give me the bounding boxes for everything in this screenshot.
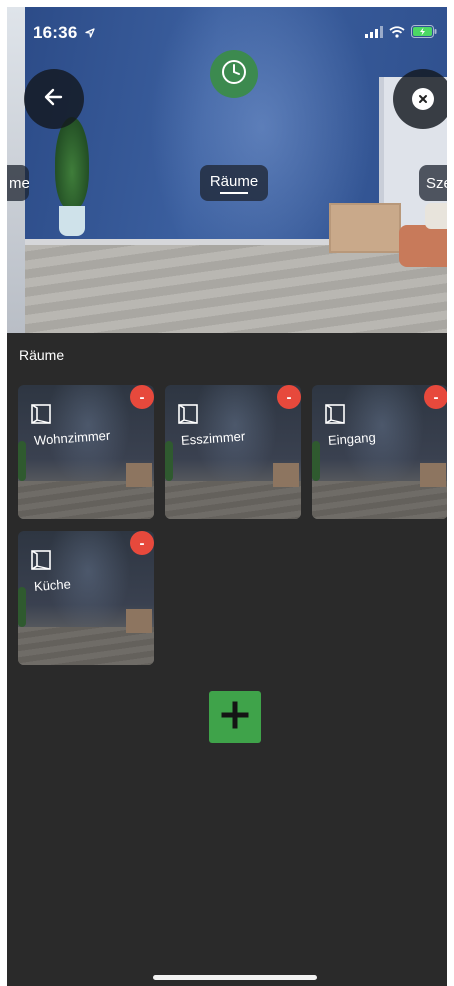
tab-previous-label: me (9, 174, 29, 192)
tab-next-label: Sze (426, 174, 447, 192)
room-card-esszimmer[interactable]: Esszimmer - (165, 385, 301, 519)
add-room-button[interactable] (209, 691, 261, 743)
home-indicator[interactable] (153, 975, 317, 980)
pillow-decoration (425, 203, 447, 229)
hero-floor (7, 245, 447, 333)
clock-icon (220, 58, 248, 91)
room-card-plant (165, 441, 173, 481)
wifi-icon (389, 25, 405, 43)
room-card-eingang[interactable]: Eingang - (312, 385, 447, 519)
room-card-wohnzimmer[interactable]: Wohnzimmer - (18, 385, 154, 519)
plant-pot (59, 206, 85, 236)
room-hero-image: 16:36 me Räume Sz (7, 7, 447, 333)
schedule-clock-button[interactable] (210, 50, 258, 98)
remove-room-button[interactable]: - (277, 385, 301, 409)
chair-decoration (399, 225, 447, 267)
arrow-left-icon (43, 86, 65, 113)
tab-active-underline (220, 191, 248, 194)
room-card-cabinet (126, 609, 152, 633)
back-button[interactable] (24, 69, 84, 129)
tab-raeume-label: Räume (209, 172, 259, 190)
remove-room-button[interactable]: - (130, 531, 154, 555)
cellular-signal-icon (365, 25, 383, 43)
status-time: 16:36 (33, 23, 96, 43)
cabinet-decoration (329, 203, 401, 253)
room-door-icon (30, 403, 52, 430)
battery-charging-icon (411, 25, 437, 43)
room-card-plant (312, 441, 320, 481)
section-title: Räume (19, 347, 65, 363)
plant-decoration (55, 117, 89, 209)
close-circle-icon (412, 88, 434, 110)
tab-next[interactable]: Sze (419, 165, 447, 201)
room-card-cabinet (420, 463, 446, 487)
remove-room-button[interactable]: - (130, 385, 154, 409)
remove-room-button[interactable]: - (424, 385, 447, 409)
location-arrow-icon (85, 23, 96, 43)
room-card-cabinet (273, 463, 299, 487)
room-card-plant (18, 441, 26, 481)
tab-raeume[interactable]: Räume (200, 165, 268, 201)
app-screen: 16:36 me Räume Sz Räume Wohnzimmer - Ess… (7, 7, 447, 986)
room-card-plant (18, 587, 26, 627)
room-door-icon (30, 549, 52, 576)
room-door-icon (324, 403, 346, 430)
close-button[interactable] (393, 69, 447, 129)
plus-icon (220, 700, 250, 735)
status-time-text: 16:36 (33, 23, 78, 42)
room-card-cabinet (126, 463, 152, 487)
room-name: Küche (33, 576, 72, 594)
room-card-kueche[interactable]: Küche - (18, 531, 154, 665)
room-door-icon (177, 403, 199, 430)
tab-previous[interactable]: me (7, 165, 29, 201)
status-indicators (365, 25, 437, 43)
